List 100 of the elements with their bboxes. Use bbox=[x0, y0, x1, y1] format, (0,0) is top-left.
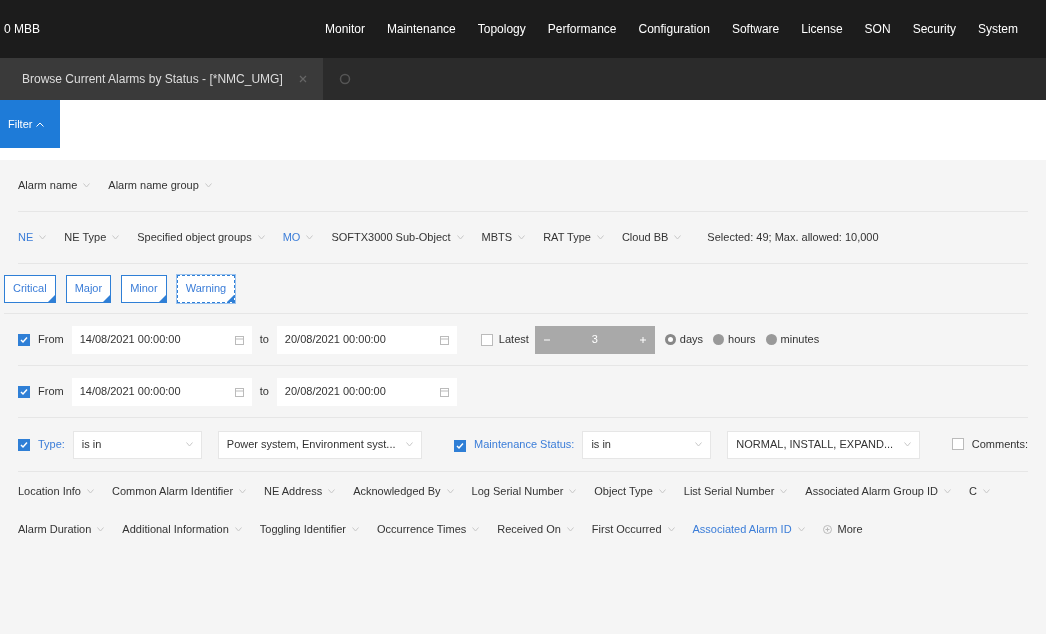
filter-selector[interactable]: Occurrence Times bbox=[377, 520, 480, 538]
filter-button[interactable]: Filter bbox=[0, 100, 60, 148]
filter-selector[interactable]: List Serial Number bbox=[683, 482, 788, 500]
caret-icon bbox=[456, 235, 464, 240]
calendar-icon bbox=[439, 386, 449, 397]
tab[interactable]: Browse Current Alarms by Status - [*NMC_UMG] bbox=[0, 58, 323, 100]
caret-icon bbox=[239, 488, 247, 494]
filter-selector[interactable]: Received On bbox=[497, 520, 574, 538]
filter-selector[interactable]: C bbox=[968, 482, 990, 500]
filter-selector[interactable]: NE Address bbox=[264, 482, 336, 500]
menu-item[interactable]: License bbox=[801, 20, 843, 38]
caret-icon bbox=[518, 235, 526, 240]
filter-selector[interactable]: Common Alarm Identifier bbox=[112, 482, 247, 500]
checkbox[interactable] bbox=[18, 333, 30, 346]
plus-circle-icon bbox=[822, 524, 832, 534]
filter-selector[interactable]: SOFTX3000 Sub-Object bbox=[331, 229, 464, 246]
caret-icon bbox=[569, 488, 577, 494]
from-label: From bbox=[38, 332, 64, 348]
filter-selector[interactable]: Alarm name bbox=[18, 177, 91, 194]
filter-selector[interactable]: NE Type bbox=[64, 229, 120, 246]
calendar-icon bbox=[234, 334, 244, 345]
filter-selector[interactable]: MO bbox=[282, 229, 314, 246]
dropdown-field[interactable]: Power system, Environment syst... bbox=[217, 430, 423, 459]
caret-icon bbox=[39, 235, 47, 240]
unit-radio[interactable]: hours bbox=[713, 331, 756, 348]
caret-icon bbox=[780, 488, 788, 494]
plus-icon[interactable] bbox=[638, 335, 647, 344]
checkbox[interactable] bbox=[480, 333, 493, 346]
checkbox[interactable] bbox=[18, 438, 30, 451]
caret-icon bbox=[797, 526, 805, 532]
filter-selector[interactable]: Log Serial Number bbox=[471, 482, 577, 500]
caret-icon bbox=[982, 488, 990, 494]
type-label: Type: bbox=[37, 437, 65, 453]
menu-item[interactable]: Software bbox=[731, 20, 780, 38]
caret-icon bbox=[596, 235, 604, 240]
filter-selector[interactable]: Location Info bbox=[18, 482, 94, 500]
unit-radio[interactable]: minutes bbox=[765, 331, 820, 348]
caret-icon bbox=[234, 526, 242, 532]
severity-toggle[interactable]: Major bbox=[65, 274, 112, 303]
calendar-icon bbox=[439, 334, 449, 345]
caret-icon bbox=[352, 526, 359, 532]
checkbox[interactable] bbox=[454, 439, 467, 452]
caret-icon bbox=[406, 442, 414, 447]
date-field[interactable]: 14/08/2021 00:00:00 bbox=[71, 377, 252, 406]
caret-icon bbox=[257, 235, 265, 240]
caret-icon bbox=[83, 183, 91, 188]
caret-icon bbox=[112, 235, 120, 240]
close-icon[interactable] bbox=[298, 75, 307, 83]
caret-icon bbox=[204, 183, 212, 188]
to-label: to bbox=[259, 384, 269, 400]
filter-selector[interactable]: Toggling Identifier bbox=[259, 520, 359, 538]
menu-item[interactable]: Performance bbox=[547, 20, 617, 38]
date-field[interactable]: 14/08/2021 00:00:00 bbox=[71, 325, 252, 354]
caret-icon bbox=[566, 526, 574, 532]
menu-item[interactable]: Configuration bbox=[638, 20, 710, 38]
date-field[interactable]: 20/08/2021 00:00:00 bbox=[276, 377, 457, 406]
dropdown-field[interactable]: is in bbox=[72, 430, 202, 459]
chevron-up-icon bbox=[36, 121, 45, 127]
menu-item[interactable]: Topology bbox=[477, 20, 526, 38]
severity-toggle[interactable]: Warning bbox=[176, 274, 236, 303]
menu-item[interactable]: Security bbox=[912, 20, 956, 38]
filter-selector[interactable]: Associated Alarm Group ID bbox=[805, 482, 951, 500]
filter-selector[interactable]: Alarm Duration bbox=[18, 520, 105, 538]
caret-icon bbox=[185, 442, 193, 447]
caret-icon bbox=[306, 235, 314, 240]
dropdown-field[interactable]: NORMAL, INSTALL, EXPAND... bbox=[727, 430, 920, 459]
filter-selector[interactable]: Alarm name group bbox=[108, 177, 212, 194]
filter-selector[interactable]: Additional Information bbox=[122, 520, 242, 538]
caret-icon bbox=[695, 442, 703, 447]
date-field[interactable]: 20/08/2021 00:00:00 bbox=[276, 325, 457, 354]
caret-icon bbox=[658, 488, 666, 494]
severity-toggle[interactable]: Critical bbox=[4, 274, 56, 303]
menu-item[interactable]: Monitor bbox=[325, 20, 365, 38]
menu-item[interactable]: SON bbox=[864, 20, 891, 38]
selection-summary: Selected: 49; Max. allowed: 10,000 bbox=[707, 230, 879, 246]
calendar-icon bbox=[234, 386, 244, 397]
caret-icon bbox=[446, 488, 454, 494]
checkbox[interactable] bbox=[951, 437, 964, 450]
filter-selector[interactable]: Associated Alarm ID bbox=[692, 520, 805, 538]
filter-selector[interactable]: Object Type bbox=[594, 482, 666, 500]
comments-label: Comments: bbox=[971, 437, 1028, 453]
more-button[interactable]: More bbox=[822, 520, 863, 538]
filter-selector[interactable]: Cloud BB bbox=[621, 229, 682, 246]
filter-selector[interactable]: Specified object groups bbox=[137, 229, 265, 246]
caret-icon bbox=[97, 526, 105, 532]
filter-selector[interactable]: RAT Type bbox=[543, 229, 604, 246]
filter-selector[interactable]: Acknowledged By bbox=[353, 482, 454, 500]
severity-toggle[interactable]: Minor bbox=[121, 274, 167, 303]
menu-item[interactable]: System bbox=[978, 20, 1018, 38]
filter-selector[interactable]: NE bbox=[18, 229, 47, 246]
caret-icon bbox=[943, 488, 951, 494]
from-label: From bbox=[38, 384, 64, 400]
caret-icon bbox=[674, 235, 682, 240]
unit-radio[interactable]: days bbox=[664, 331, 704, 348]
latest-label: Latest bbox=[498, 332, 529, 348]
filter-selector[interactable]: MBTS bbox=[481, 229, 526, 246]
menu-item[interactable]: Maintenance bbox=[387, 20, 456, 38]
checkbox[interactable] bbox=[18, 385, 30, 398]
dropdown-field[interactable]: is in bbox=[582, 430, 712, 459]
filter-selector[interactable]: First Occurred bbox=[591, 520, 675, 538]
